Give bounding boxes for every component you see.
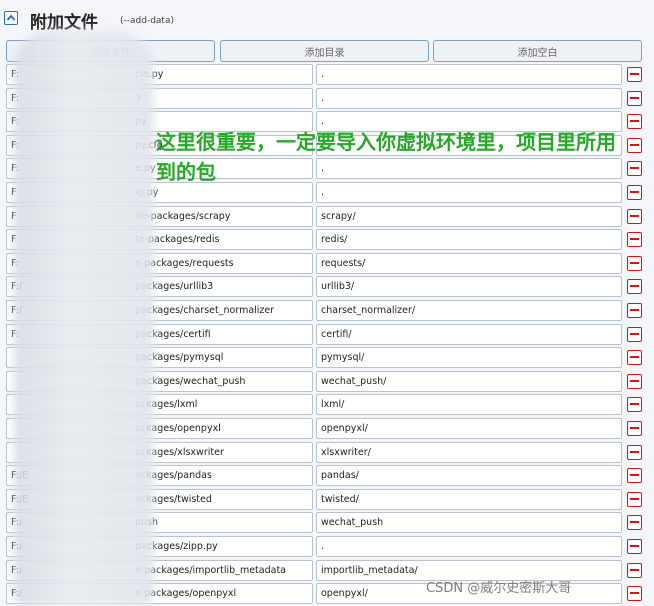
destination-path-input[interactable]: pymysql/: [316, 347, 622, 369]
watermark: CSDN @威尔史密斯大哥: [426, 581, 572, 596]
remove-row-icon[interactable]: [627, 444, 642, 460]
remove-row-icon[interactable]: [627, 137, 642, 153]
destination-path-input[interactable]: wechat_push/: [316, 370, 622, 392]
remove-row-icon[interactable]: [627, 373, 642, 389]
remove-row-icon[interactable]: [627, 90, 642, 106]
destination-path-input[interactable]: pandas/: [316, 465, 622, 487]
remove-row-icon[interactable]: [627, 326, 642, 342]
section-subtitle: (--add-data): [120, 16, 174, 26]
remove-row-icon[interactable]: [627, 539, 642, 554]
destination-path-input[interactable]: requests/: [316, 252, 622, 274]
remove-row-icon[interactable]: [627, 161, 642, 177]
add-directory-button[interactable]: 添加目录: [220, 40, 429, 62]
destination-path-input[interactable]: xlsxwriter/: [316, 441, 622, 463]
remove-row-icon[interactable]: [627, 468, 642, 484]
destination-path-input[interactable]: scrapy/: [316, 205, 622, 227]
remove-row-icon[interactable]: [627, 562, 642, 578]
destination-path-input[interactable]: wechat_push: [316, 512, 622, 534]
remove-row-icon[interactable]: [627, 232, 642, 248]
remove-row-icon[interactable]: [627, 67, 642, 82]
destination-path-input[interactable]: redis/: [316, 229, 622, 251]
remove-row-icon[interactable]: [627, 208, 642, 224]
destination-path-input[interactable]: lxml/: [316, 394, 622, 416]
remove-row-icon[interactable]: [627, 586, 642, 602]
destination-path-input[interactable]: charset_normalizer/: [316, 300, 622, 321]
source-path-suffix: e-packages/importlib_metadata: [135, 564, 286, 576]
remove-row-icon[interactable]: [627, 397, 642, 413]
remove-row-icon[interactable]: [627, 185, 642, 200]
remove-row-icon[interactable]: [627, 515, 642, 531]
destination-path-input[interactable]: .: [316, 536, 622, 557]
remove-row-icon[interactable]: [627, 491, 642, 507]
remove-row-icon[interactable]: [627, 279, 642, 295]
destination-path-input[interactable]: urllib3/: [316, 276, 622, 298]
destination-path-input[interactable]: .: [316, 64, 622, 85]
remove-row-icon[interactable]: [627, 255, 642, 271]
remove-row-icon[interactable]: [627, 303, 642, 318]
remove-row-icon[interactable]: [627, 421, 642, 436]
destination-path-input[interactable]: .: [316, 87, 622, 109]
annotation-text: 这里很重要，一定要导入你虚拟环境里，项目里所用到的包: [156, 130, 616, 184]
remove-row-icon[interactable]: [627, 350, 642, 366]
destination-path-input[interactable]: twisted/: [316, 488, 622, 510]
source-path-suffix: packages/charset_normalizer: [135, 305, 275, 316]
redaction-blur: [14, 30, 154, 606]
remove-row-icon[interactable]: [627, 114, 642, 130]
destination-path-input[interactable]: certifi/: [316, 323, 622, 345]
destination-path-input[interactable]: openpyxl/: [316, 418, 622, 439]
chevron-up-icon: [6, 14, 16, 21]
collapse-toggle[interactable]: [4, 11, 18, 25]
add-blank-button[interactable]: 添加空白: [433, 40, 642, 62]
